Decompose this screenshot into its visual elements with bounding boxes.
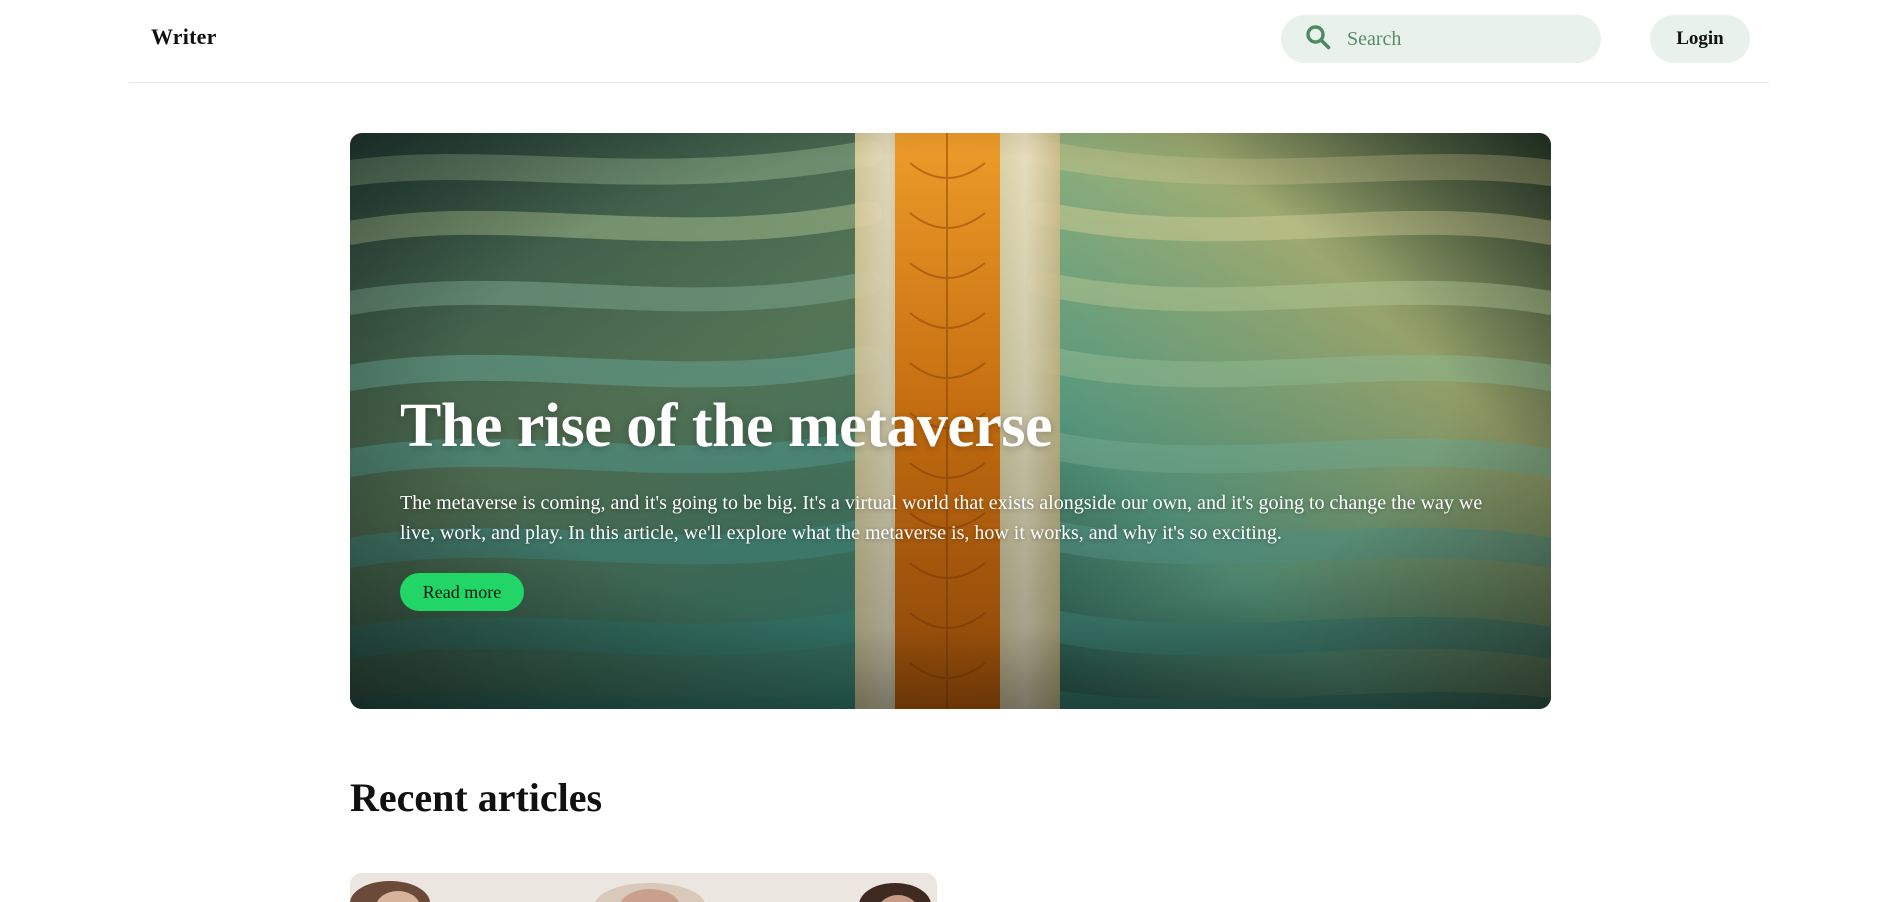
login-button[interactable]: Login: [1650, 15, 1750, 63]
read-more-button[interactable]: Read more: [400, 573, 524, 611]
search-input[interactable]: [1345, 26, 1585, 52]
people-photo-thumbnail: [350, 873, 937, 902]
hero-title: The rise of the metaverse: [400, 392, 1053, 460]
featured-article-hero[interactable]: The rise of the metaverse The metaverse …: [350, 133, 1551, 709]
article-card-thumbnail[interactable]: [350, 873, 937, 902]
top-navigation-bar: Writer Login: [129, 0, 1769, 83]
brand-logo-text[interactable]: Writer: [151, 24, 217, 50]
recent-articles-heading: Recent articles: [350, 775, 603, 820]
hero-description: The metaverse is coming, and it's going …: [400, 492, 1483, 544]
search-icon: [1305, 24, 1331, 55]
search-bar[interactable]: [1281, 15, 1601, 63]
